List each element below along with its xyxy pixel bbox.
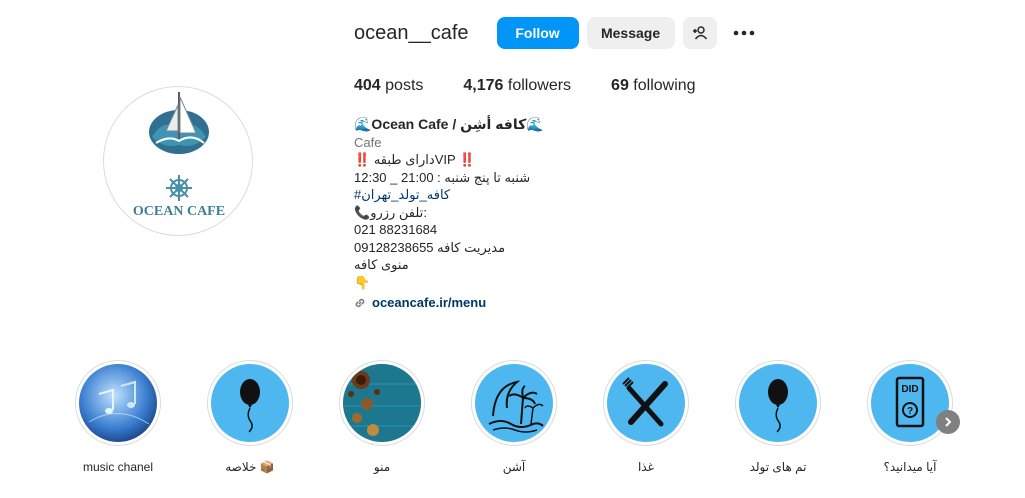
coffee-table-icon (343, 364, 421, 442)
highlight-label: music chanel (82, 460, 154, 474)
highlight-ring (207, 360, 293, 446)
highlight-ring (75, 360, 161, 446)
svg-text:DID: DID (901, 384, 918, 395)
highlight-label: منو (373, 460, 391, 474)
highlight-item[interactable]: خلاصه 📦 (185, 360, 315, 474)
highlight-item[interactable]: غذا (581, 360, 711, 474)
balloon-icon (211, 364, 289, 442)
suggested-users-button[interactable] (682, 17, 717, 49)
highlight-ring (735, 360, 821, 446)
bio-link-text: oceancafe.ir/menu (372, 295, 487, 310)
bio-line-hours: شنبه تا پنج شنبه : 21:00 _ 12:30 (354, 169, 531, 185)
svg-text:OCEAN CAFE: OCEAN CAFE (133, 204, 225, 219)
highlight-cover (607, 364, 685, 442)
bio-link[interactable]: oceancafe.ir/menu (354, 294, 654, 312)
highlight-label: غذا (638, 460, 654, 474)
bio-line-pointer: 👇 (354, 274, 371, 290)
highlight-ring (603, 360, 689, 446)
followers-label: followers (507, 77, 572, 94)
followers-count: 4,176 (463, 77, 504, 94)
message-button[interactable]: Message (586, 17, 675, 49)
bio-line-phone: 021 88231684 (354, 222, 438, 237)
highlight-cover (211, 364, 289, 442)
username: ocean__cafe (354, 21, 469, 44)
profile-display-name: 🌊Ocean Cafe / کافه أشِن🌊 (354, 116, 544, 132)
bio-line-management: 09128238655 مدیریت کافه (354, 239, 506, 255)
ocean-cafe-logo-icon: OCEAN CAFE (133, 92, 225, 219)
highlight-item[interactable]: تم های تولد (713, 360, 843, 474)
highlight-cover (739, 364, 817, 442)
palm-wave-icon (475, 364, 553, 442)
more-options-button[interactable] (727, 17, 761, 49)
following-label: following (633, 77, 696, 94)
more-dots-icon (733, 30, 754, 36)
highlight-ring: DID ? (867, 360, 953, 446)
highlight-label: آیا میدانید؟ (883, 460, 937, 474)
highlight-label: آشن (502, 460, 526, 474)
highlights-next-button[interactable] (936, 410, 960, 434)
follow-button[interactable]: Follow (496, 17, 579, 49)
svg-text:?: ? (907, 406, 913, 417)
bio-line-vip: ‼️ دارای طبقهVIP ‼️ (354, 152, 476, 167)
highlight-label: تم های تولد (749, 460, 807, 474)
highlight-ring (339, 360, 425, 446)
highlight-cover: DID ? (871, 364, 949, 442)
link-icon (355, 298, 365, 307)
bio-hashtag[interactable]: #کافه_تولد_تهران (354, 186, 654, 204)
highlight-item[interactable]: music chanel (53, 360, 183, 474)
posts-stat: 404 posts (354, 77, 423, 95)
profile-bio: 🌊Ocean Cafe / کافه أشِن🌊 Cafe ‼️ دارای ط… (354, 116, 654, 312)
fork-knife-icon (607, 364, 685, 442)
posts-count: 404 (354, 77, 381, 94)
following-stat[interactable]: 69 following (611, 77, 696, 95)
bio-line-reservation: 📞تلفن رزرو: (354, 204, 427, 220)
posts-label: posts (385, 77, 424, 94)
balloon-icon (739, 364, 817, 442)
highlight-cover (475, 364, 553, 442)
music-notes-icon (79, 364, 157, 442)
chevron-right-icon (945, 417, 952, 427)
followers-stat[interactable]: 4,176 followers (463, 77, 571, 95)
highlight-ring (471, 360, 557, 446)
bio-line-menu: منوی کافه (354, 257, 409, 272)
story-highlights: music chanel خلاصه 📦 منو آشن غذا تم های … (0, 360, 1025, 490)
profile-header: ocean__cafe Follow Message (354, 16, 769, 50)
profile-category: Cafe (354, 134, 382, 150)
highlight-item[interactable]: آشن (449, 360, 579, 474)
add-user-icon (692, 26, 707, 40)
highlight-cover (343, 364, 421, 442)
did-you-know-icon: DID ? (871, 364, 949, 442)
following-count: 69 (611, 77, 629, 94)
highlight-label: خلاصه 📦 (225, 460, 275, 474)
highlight-cover (79, 364, 157, 442)
highlight-item[interactable]: منو (317, 360, 447, 474)
profile-avatar[interactable]: OCEAN CAFE (103, 86, 253, 236)
profile-stats: 404 posts 4,176 followers 69 following (354, 77, 736, 95)
